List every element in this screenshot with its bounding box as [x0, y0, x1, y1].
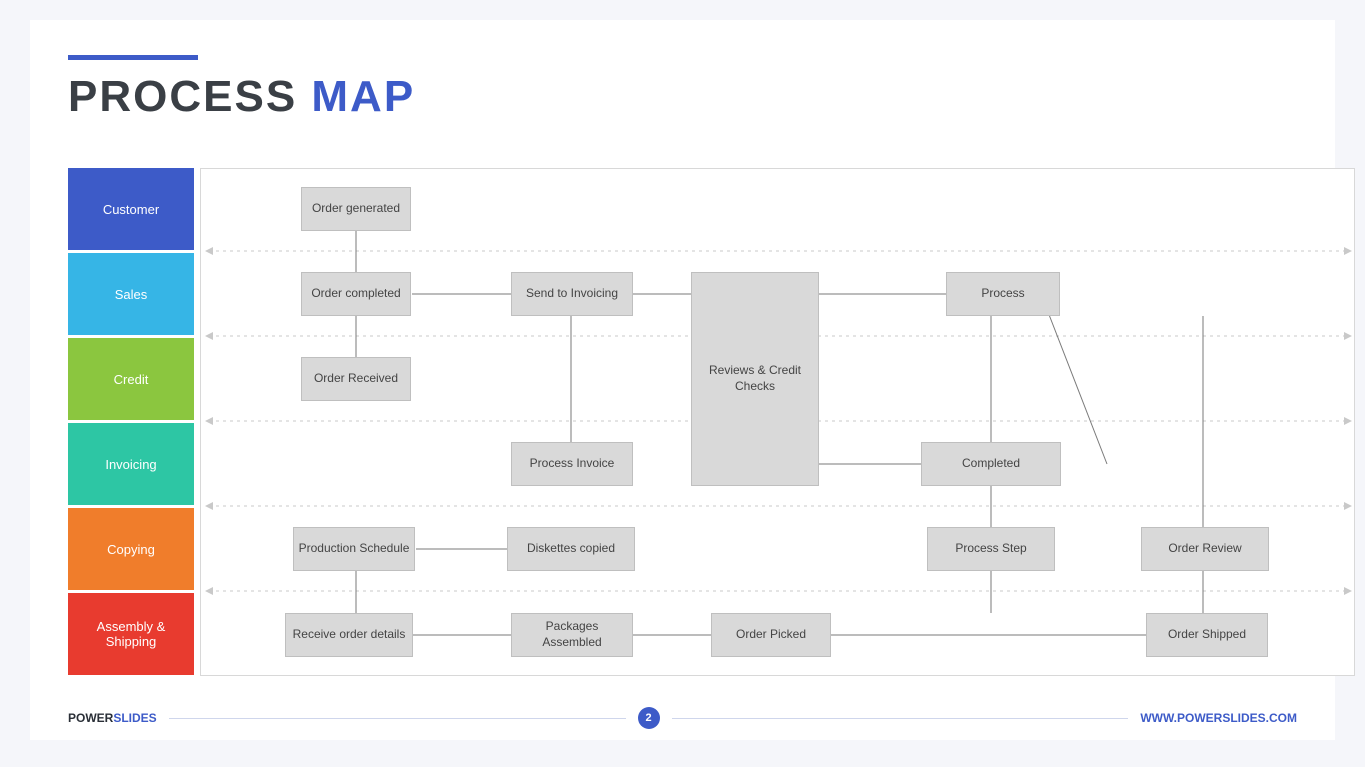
lane-invoicing: Invoicing	[68, 423, 194, 505]
box-order-generated: Order generated	[301, 187, 411, 231]
footer: POWERSLIDES 2 WWW.POWERSLIDES.COM	[68, 704, 1297, 732]
box-production-schedule: Production Schedule	[293, 527, 415, 571]
title-rule	[68, 55, 198, 60]
lane-assembly-shipping: Assembly & Shipping	[68, 593, 194, 675]
box-send-invoicing: Send to Invoicing	[511, 272, 633, 316]
footer-url: WWW.POWERSLIDES.COM	[1140, 711, 1297, 725]
swimlane-labels: Customer Sales Credit Invoicing Copying …	[68, 168, 194, 678]
lane-copying: Copying	[68, 508, 194, 590]
page-number: 2	[638, 707, 660, 729]
title-word-1: PROCESS	[68, 72, 297, 121]
box-process-invoice: Process Invoice	[511, 442, 633, 486]
box-process-step: Process Step	[927, 527, 1055, 571]
footer-divider	[672, 718, 1129, 719]
box-order-picked: Order Picked	[711, 613, 831, 657]
process-canvas: Order generated Order completed Send to …	[200, 168, 1355, 676]
box-order-completed: Order completed	[301, 272, 411, 316]
box-order-received: Order Received	[301, 357, 411, 401]
slide: PROCESS MAP Customer Sales Credit Invoic…	[30, 20, 1335, 740]
lane-customer: Customer	[68, 168, 194, 250]
box-order-review: Order Review	[1141, 527, 1269, 571]
box-receive-order-details: Receive order details	[285, 613, 413, 657]
box-diskettes-copied: Diskettes copied	[507, 527, 635, 571]
box-packages-assembled: Packages Assembled	[511, 613, 633, 657]
lane-sales: Sales	[68, 253, 194, 335]
box-order-shipped: Order Shipped	[1146, 613, 1268, 657]
box-process: Process	[946, 272, 1060, 316]
lane-credit: Credit	[68, 338, 194, 420]
footer-divider	[169, 718, 626, 719]
box-reviews-credit-checks: Reviews & Credit Checks	[691, 272, 819, 486]
slide-title: PROCESS MAP	[68, 72, 415, 122]
box-completed: Completed	[921, 442, 1061, 486]
title-word-2: MAP	[311, 72, 415, 121]
brand: POWERSLIDES	[68, 711, 157, 725]
